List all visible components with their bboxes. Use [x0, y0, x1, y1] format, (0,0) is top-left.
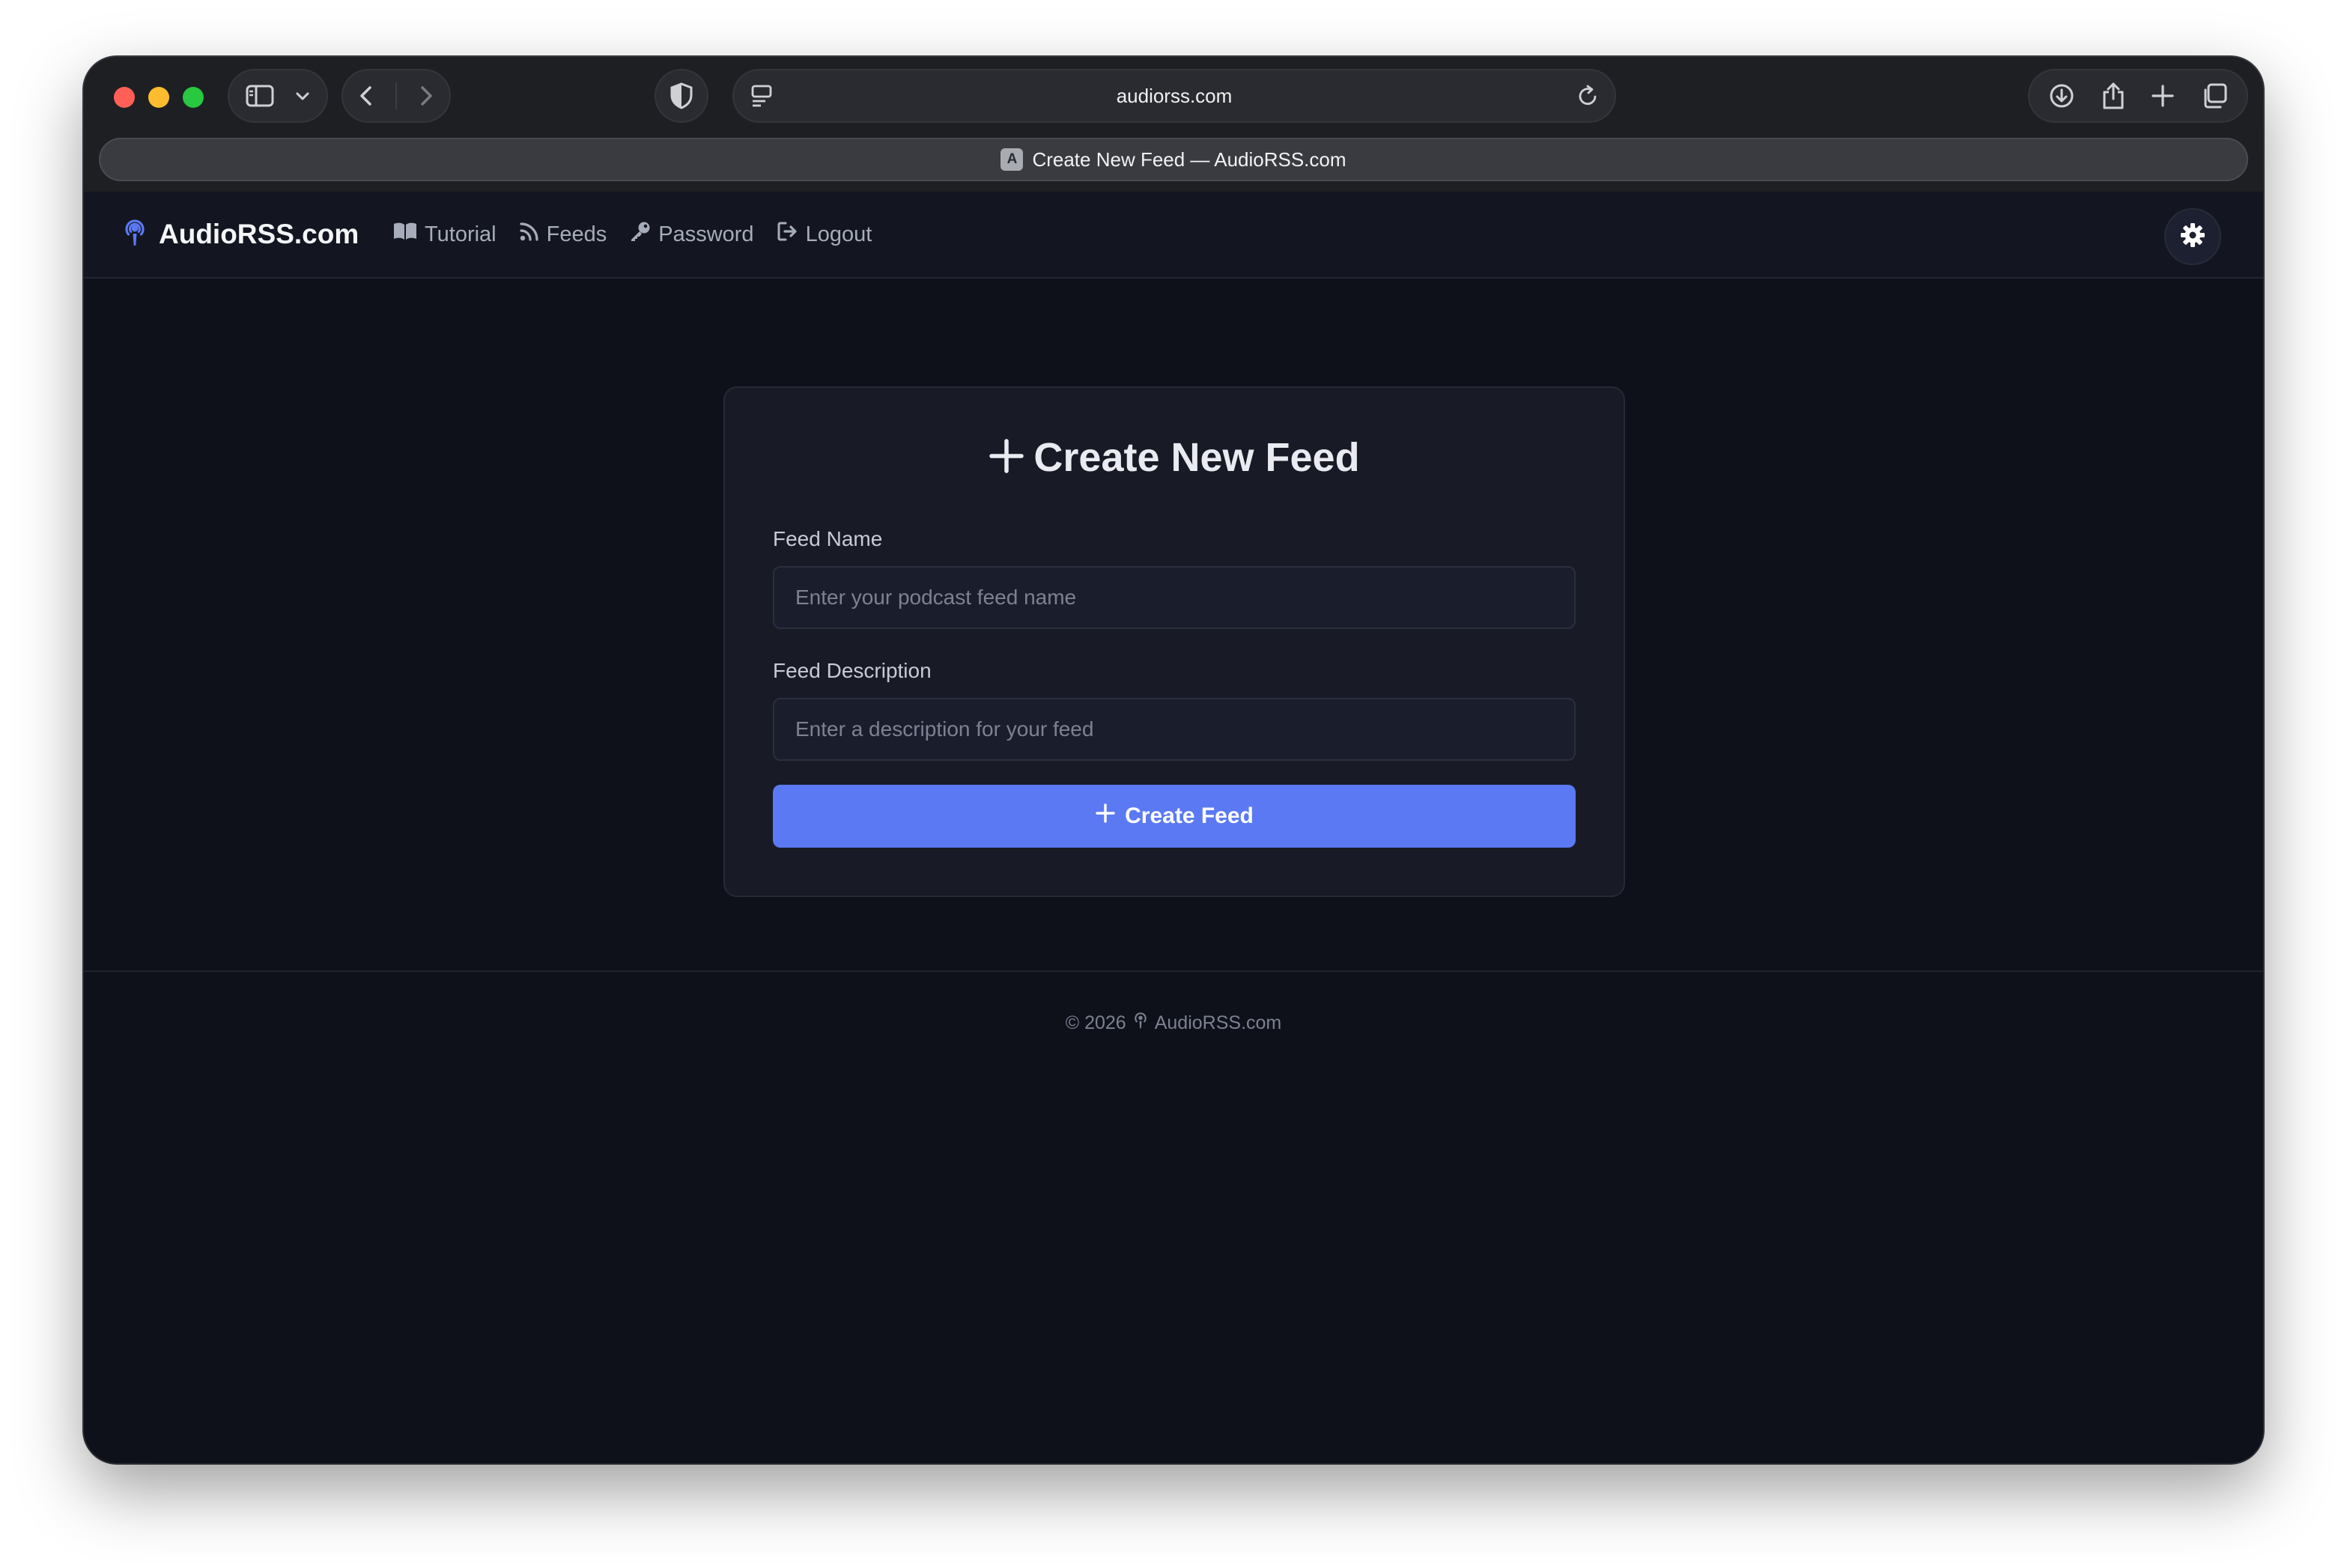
nav-logout[interactable]: Logout [777, 221, 872, 248]
rss-icon [519, 221, 540, 248]
browser-toolbar: audiorss.com A Create New Feed — AudioRS… [84, 57, 2263, 192]
address-bar[interactable]: audiorss.com [732, 69, 1616, 123]
shield-icon [669, 82, 693, 109]
privacy-shield-button[interactable] [655, 69, 708, 123]
book-icon [392, 221, 418, 248]
site-navbar: AudioRSS.com Tutorial Feeds Password Log… [84, 192, 2263, 279]
create-feed-button[interactable]: Create Feed [773, 785, 1576, 848]
gear-icon [2179, 222, 2206, 252]
nav-logout-label: Logout [805, 222, 872, 246]
create-feed-card: Create New Feed Feed Name Feed Descripti… [723, 386, 1625, 897]
nav-feeds-label: Feeds [546, 222, 607, 246]
podcast-icon [121, 217, 148, 252]
feed-name-input[interactable] [773, 566, 1576, 629]
nav-tutorial[interactable]: Tutorial [392, 221, 497, 248]
back-arrow-icon[interactable] [357, 85, 375, 107]
footer-brand: AudioRSS.com [1154, 1012, 1282, 1033]
nav-divider [395, 82, 397, 109]
nav-password[interactable]: Password [629, 220, 754, 249]
minimize-window-button[interactable] [148, 87, 169, 108]
sidebar-icon[interactable] [245, 84, 275, 108]
page-content: AudioRSS.com Tutorial Feeds Password Log… [84, 192, 2263, 1463]
share-icon[interactable] [2101, 82, 2125, 110]
footer-year: © 2026 [1065, 1012, 1126, 1033]
tab-title: Create New Feed — AudioRSS.com [1032, 148, 1346, 171]
site-footer: © 2026 AudioRSS.com [84, 970, 2263, 1039]
tab-favicon: A [1001, 148, 1024, 171]
feed-description-input[interactable] [773, 698, 1576, 761]
footer-copyright: © 2026 AudioRSS.com [84, 1011, 2263, 1036]
forward-arrow-icon[interactable] [417, 85, 435, 107]
url-text: audiorss.com [1116, 84, 1233, 107]
nav-password-label: Password [658, 222, 754, 246]
plus-icon [1095, 803, 1116, 830]
active-tab[interactable]: A Create New Feed — AudioRSS.com [99, 138, 2248, 181]
maximize-window-button[interactable] [183, 87, 204, 108]
brand-name: AudioRSS.com [159, 219, 359, 249]
main-nav: Tutorial Feeds Password Logout [392, 192, 872, 277]
chevron-down-icon[interactable] [294, 88, 311, 104]
feed-name-label: Feed Name [773, 527, 883, 550]
reload-icon[interactable] [1577, 84, 1600, 108]
nav-feeds[interactable]: Feeds [519, 221, 607, 248]
nav-tutorial-label: Tutorial [425, 222, 497, 246]
logout-icon [777, 221, 799, 248]
sidebar-toggle-group [228, 69, 328, 123]
tab-overview-icon[interactable] [2201, 82, 2228, 109]
brand-link[interactable]: AudioRSS.com [121, 192, 359, 277]
history-nav-group [341, 69, 451, 123]
plus-icon [989, 438, 1024, 478]
card-heading: Create New Feed [725, 434, 1624, 481]
create-feed-button-label: Create Feed [1125, 803, 1254, 828]
browser-window: audiorss.com A Create New Feed — AudioRS… [84, 57, 2263, 1463]
close-window-button[interactable] [114, 87, 135, 108]
toolbar-actions-group [2028, 69, 2248, 123]
download-icon[interactable] [2048, 82, 2075, 109]
page-settings-icon[interactable] [750, 84, 773, 108]
feed-description-label: Feed Description [773, 659, 932, 682]
podcast-icon [1132, 1011, 1149, 1036]
new-tab-plus-icon[interactable] [2151, 84, 2175, 108]
key-icon [629, 220, 652, 249]
page-title: Create New Feed [1033, 435, 1360, 480]
theme-settings-button[interactable] [2164, 208, 2221, 265]
